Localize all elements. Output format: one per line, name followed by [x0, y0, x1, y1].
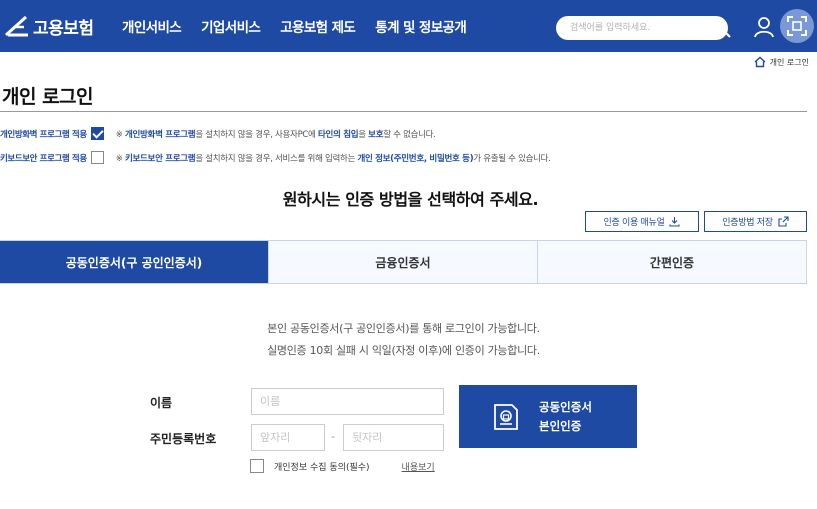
firewall-checkbox[interactable]: [90, 127, 104, 140]
logo-text: 고용보험: [33, 18, 94, 39]
rrn-label: 주민등록번호: [150, 432, 217, 446]
info-line-1: 본인 공동인증서(구 공인인증서)를 통해 로그인이 가능합니다.: [267, 322, 540, 335]
keyboard-row: 키보드보안 프로그램 적용 ※ 키보드보안 프로그램을 설치하지 않을 경우, …: [0, 151, 551, 164]
keyboard-label: 키보드보안 프로그램 적용: [0, 153, 87, 164]
rrn-dash: -: [331, 430, 335, 443]
consent-view-link[interactable]: 내용보기: [402, 460, 435, 473]
rrn-back-input[interactable]: [343, 424, 444, 451]
joint-cert-auth-button[interactable]: 공동인증서 본인인증: [459, 385, 637, 448]
scan-icon: [787, 16, 807, 36]
cert-button-line2: 본인인증: [539, 418, 582, 433]
search-input[interactable]: [570, 20, 690, 36]
name-label: 이름: [150, 396, 173, 410]
cert-button-line1: 공동인증서: [539, 399, 592, 414]
scan-button[interactable]: [780, 9, 814, 43]
certificate-icon: [494, 403, 518, 430]
keyboard-checkbox[interactable]: [90, 151, 104, 164]
consent-label: 개인정보 수집 동의(필수): [274, 462, 370, 473]
auth-tabs: 공동인증서(구 공인인증서) 금융인증서 간편인증: [0, 240, 807, 284]
consent-checkbox[interactable]: [250, 459, 264, 473]
external-link-icon: [778, 216, 789, 227]
keyboard-note: ※ 키보드보안 프로그램을 설치하지 않을 경우, 서비스를 위해 입력하는 개…: [115, 153, 551, 164]
main-nav: 개인서비스 기업서비스 고용보험 제도 통계 및 정보공개: [122, 16, 486, 36]
rrn-front-input[interactable]: [251, 424, 325, 451]
user-icon[interactable]: [752, 15, 776, 39]
nav-personal-service[interactable]: 개인서비스: [122, 16, 182, 36]
info-line-2: 실명인증 10회 실패 시 익일(자정 이후)에 인증이 가능합니다.: [267, 344, 540, 357]
auth-manual-button[interactable]: 인증 이용 매뉴얼: [585, 211, 699, 232]
name-input[interactable]: [251, 388, 444, 415]
top-header: 고용보험 개인서비스 기업서비스 고용보험 제도 통계 및 정보공개: [0, 0, 817, 52]
title-divider: [0, 111, 807, 112]
consent-row: 개인정보 수집 동의(필수) 내용보기: [250, 459, 435, 473]
search-icon[interactable]: [710, 17, 732, 39]
firewall-note: ※ 개인방화벽 프로그램을 설치하지 않을 경우, 사용자PC에 타인의 침입을…: [115, 129, 436, 140]
site-logo[interactable]: 고용보험: [4, 13, 94, 39]
home-icon[interactable]: [754, 56, 766, 68]
download-icon: [669, 217, 681, 227]
save-auth-method-button[interactable]: 인증방법 저장: [704, 211, 807, 232]
nav-insurance-system[interactable]: 고용보험 제도: [280, 16, 356, 36]
page-title: 개인 로그인: [2, 86, 94, 108]
nav-business-service[interactable]: 기업서비스: [201, 16, 261, 36]
auth-guide-text: 원하시는 인증 방법을 선택하여 주세요.: [282, 190, 539, 209]
firewall-row: 개인방화벽 프로그램 적용 ※ 개인방화벽 프로그램을 설치하지 않을 경우, …: [0, 127, 436, 140]
tab-financial-certificate[interactable]: 금융인증서: [268, 241, 537, 283]
firewall-label: 개인방화벽 프로그램 적용: [0, 129, 87, 140]
breadcrumb-current: 개인 로그인: [769, 57, 809, 67]
logo-icon: [4, 15, 28, 37]
nav-statistics[interactable]: 통계 및 정보공개: [375, 16, 467, 36]
breadcrumb: 개인 로그인: [754, 56, 809, 68]
tab-joint-certificate[interactable]: 공동인증서(구 공인인증서): [0, 241, 268, 283]
tab-simple-auth[interactable]: 간편인증: [537, 241, 806, 283]
search-box: [556, 16, 728, 40]
